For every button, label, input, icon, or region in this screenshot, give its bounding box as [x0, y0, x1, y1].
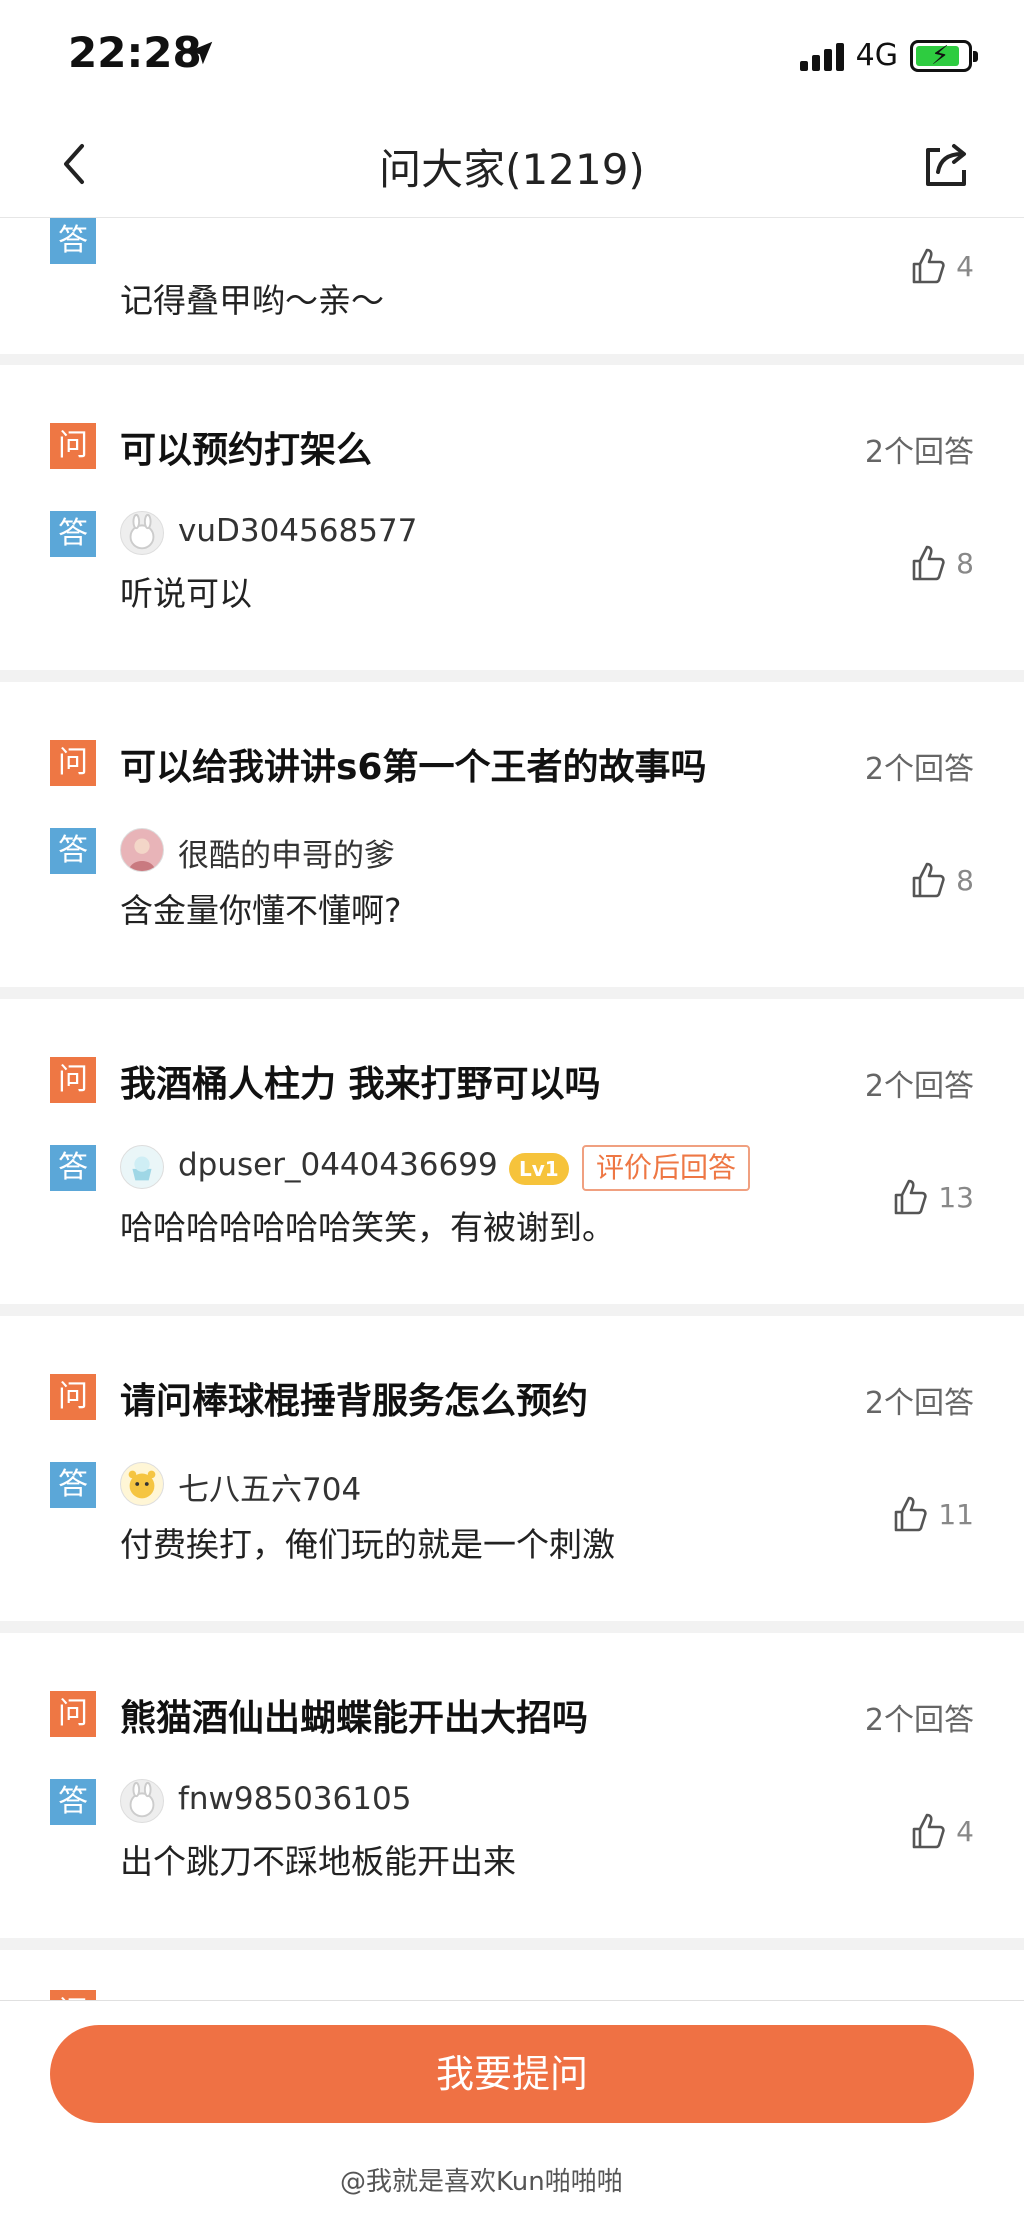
thumbs-up-icon — [895, 1496, 928, 1532]
question-card[interactable]: 问 熊猫酒仙出蝴蝶能开出大招吗 2个回答 答 fnw985036105 出个跳刀… — [0, 1633, 1024, 1938]
charging-icon: ⚡ — [931, 40, 950, 71]
answer-user-row: 答 fnw985036105 — [50, 1779, 974, 1825]
question-row[interactable]: 问 熊猫酒仙出蝴蝶能开出大招吗 2个回答 — [50, 1687, 974, 1741]
question-card[interactable]: 问 可以给我讲讲s6第一个王者的故事吗 2个回答 答 很酷的申哥的爹 含金量你懂… — [0, 682, 1024, 987]
like-button[interactable]: 4 — [906, 244, 974, 288]
question-card[interactable]: 问 可以预约打架么 2个回答 答 vuD304568577 听说可以 8 — [0, 365, 1024, 670]
answer-text[interactable]: 付费挨打，俺们玩的就是一个刺激 — [120, 1518, 615, 1566]
answer-user-row: 答 dpuser_0440436699 Lv1 评价后回答 — [50, 1145, 974, 1191]
answer-tag: 答 — [50, 218, 96, 264]
like-count: 8 — [956, 863, 974, 897]
question-tag: 问 — [50, 740, 96, 786]
network-type: 4G — [855, 38, 898, 73]
answer-user-row: 答 很酷的申哥的爹 — [50, 828, 974, 874]
question-row[interactable]: 问 可以预约打架么 2个回答 — [50, 419, 974, 473]
status-bar: 22:28 4G ⚡ — [0, 0, 1024, 112]
answer-tag: 答 — [50, 1145, 96, 1191]
question-card[interactable]: 问 我酒桶人柱力 我来打野可以吗 2个回答 答 dpuser_044043669… — [0, 999, 1024, 1304]
answer-count: 2个回答 — [864, 1703, 974, 1738]
status-time: 22:28 — [68, 28, 202, 77]
question-text[interactable]: 请问棒球棍捶背服务怎么预约 — [120, 1372, 588, 1424]
username[interactable]: fnw985036105 — [178, 1781, 411, 1817]
username[interactable]: 很酷的申哥的爹 — [178, 830, 395, 875]
avatar[interactable] — [120, 511, 164, 555]
answer-tag: 答 — [50, 1779, 96, 1825]
question-text[interactable]: 熊猫酒仙出蝴蝶能开出大招吗 — [120, 1689, 588, 1741]
thumbs-up-icon — [912, 862, 945, 898]
answer-count: 2个回答 — [864, 1069, 974, 1104]
answer-user-row: 答 vuD304568577 — [50, 511, 974, 557]
level-badge: Lv1 — [509, 1153, 569, 1185]
like-button[interactable]: 11 — [888, 1492, 974, 1536]
cupcake-avatar-icon — [132, 1156, 152, 1181]
answer-tag: 答 — [50, 828, 96, 874]
like-button[interactable]: 4 — [906, 1809, 974, 1853]
bottom-bar: 我要提问 @我就是喜欢Kun啪啪啪 — [0, 2000, 1024, 2216]
answer-count: 2个回答 — [864, 435, 974, 470]
answer-text[interactable]: 出个跳刀不踩地板能开出来 — [120, 1835, 516, 1883]
question-row[interactable]: 问 我酒桶人柱力 我来打野可以吗 2个回答 — [50, 1053, 974, 1107]
thumbs-up-icon — [912, 545, 945, 581]
location-arrow-icon — [189, 41, 213, 65]
avatar[interactable] — [120, 1779, 164, 1823]
question-card[interactable]: 问 — [0, 1950, 1024, 2000]
like-count: 11 — [938, 1497, 974, 1531]
share-icon[interactable] — [918, 136, 974, 192]
default-avatar-icon — [129, 513, 155, 550]
answer-text[interactable]: 哈哈哈哈哈哈哈笑笑，有被谢到。 — [120, 1201, 615, 1249]
answer-tag: 答 — [50, 1462, 96, 1508]
question-row[interactable]: 问 可以给我讲讲s6第一个王者的故事吗 2个回答 — [50, 736, 974, 790]
question-tag: 问 — [50, 1374, 96, 1420]
thumbs-up-icon — [912, 1813, 945, 1849]
answer-user-row: 答 七八五六704 — [50, 1462, 974, 1508]
answer-count: 2个回答 — [864, 1386, 974, 1421]
battery-icon: ⚡ — [910, 39, 978, 72]
user-photo-icon — [128, 838, 156, 871]
navigation-bar: 问大家(1219) — [0, 112, 1024, 218]
status-indicators: 4G ⚡ — [799, 38, 978, 73]
like-button[interactable]: 8 — [906, 858, 974, 902]
question-tag: 问 — [50, 423, 96, 469]
question-text[interactable]: 可以预约打架么 — [120, 421, 372, 473]
like-count: 4 — [956, 249, 974, 283]
avatar[interactable] — [120, 828, 164, 872]
ask-question-button[interactable]: 我要提问 — [50, 2025, 974, 2123]
thumbs-up-icon — [912, 248, 945, 284]
thumbs-up-icon — [895, 1179, 928, 1215]
question-tag: 问 — [50, 1057, 96, 1103]
question-card[interactable]: 问 请问棒球棍捶背服务怎么预约 2个回答 答 七八五六704 付费挨打，俺们玩的… — [0, 1316, 1024, 1621]
default-avatar-icon — [129, 1781, 155, 1818]
eval-badge[interactable]: 评价后回答 — [582, 1145, 751, 1191]
answer-text: 记得叠甲哟～亲～ — [120, 281, 384, 320]
page-title: 问大家(1219) — [379, 145, 645, 194]
answer-count: 2个回答 — [864, 752, 974, 787]
question-row[interactable]: 问 请问棒球棍捶背服务怎么预约 2个回答 — [50, 1370, 974, 1424]
like-button[interactable]: 13 — [888, 1175, 974, 1219]
question-feed[interactable]: 答 记得叠甲哟～亲～ 4 问 可以预约打架么 2个回答 答 vuD3045685… — [0, 218, 1024, 2000]
username[interactable]: 七八五六704 — [178, 1464, 361, 1509]
username[interactable]: vuD304568577 — [178, 513, 417, 549]
question-card[interactable]: 答 记得叠甲哟～亲～ 4 — [0, 218, 1024, 354]
answer-tag: 答 — [50, 511, 96, 557]
like-count: 13 — [938, 1180, 974, 1214]
watermark: @我就是喜欢Kun啪啪啪 — [340, 2167, 623, 2197]
question-text[interactable]: 可以给我讲讲s6第一个王者的故事吗 — [120, 738, 706, 790]
like-count: 8 — [956, 546, 974, 580]
username[interactable]: dpuser_0440436699 — [178, 1147, 498, 1183]
signal-icon — [799, 41, 844, 71]
like-button[interactable]: 8 — [906, 541, 974, 585]
like-count: 4 — [956, 1814, 974, 1848]
answer-text[interactable]: 听说可以 — [120, 567, 252, 615]
question-tag: 问 — [50, 1990, 96, 2000]
avatar[interactable] — [120, 1145, 164, 1189]
answer-text[interactable]: 含金量你懂不懂啊? — [120, 884, 402, 932]
avatar[interactable] — [120, 1462, 164, 1506]
question-tag: 问 — [50, 1691, 96, 1737]
question-text[interactable]: 我酒桶人柱力 我来打野可以吗 — [120, 1055, 601, 1107]
tiger-avatar-icon — [128, 1470, 156, 1499]
